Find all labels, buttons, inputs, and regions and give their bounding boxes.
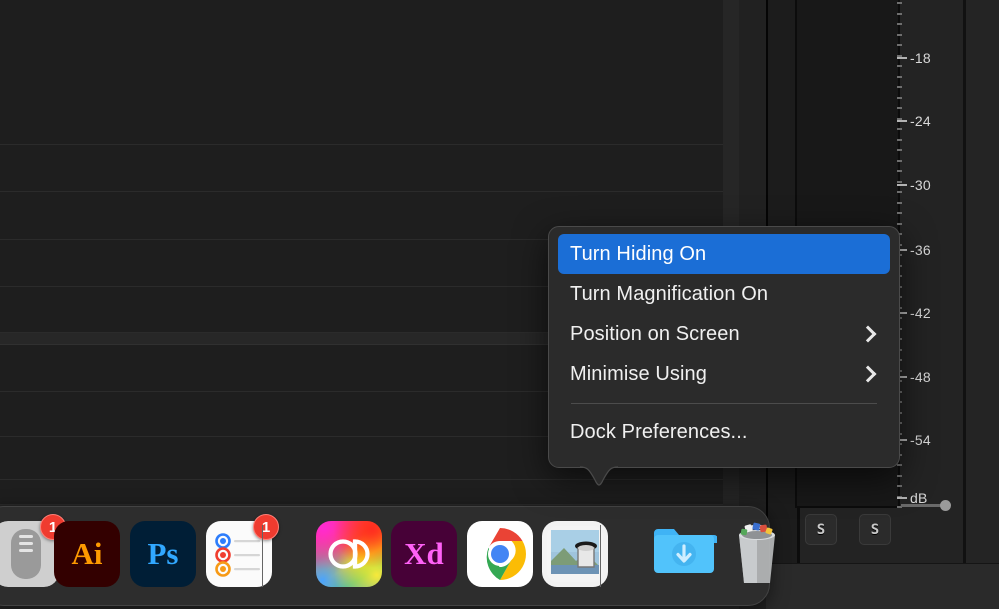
meter-fader-knob[interactable] [940,500,951,511]
context-menu-tail [580,466,618,489]
db-tick-major [897,497,907,499]
dock-badge: 1 [253,514,279,540]
solo-button-right[interactable]: S [859,514,891,545]
dock-context-menu[interactable]: Turn Hiding On Turn Magnification On Posit… [548,226,900,468]
meter-fader-track [901,504,941,507]
db-scale-label: -42 [910,305,931,321]
dock-separator [600,525,601,587]
dock-item-adobe-xd[interactable]: Xd [391,521,457,587]
downloads-folder-icon [651,521,717,587]
db-tick-minor [897,13,902,15]
dock-item-chrome[interactable] [467,521,533,587]
db-tick-minor [897,475,902,477]
dock-item-creative-cloud[interactable] [316,521,382,587]
menu-item-turn-hiding-on[interactable]: Turn Hiding On [558,234,890,274]
chevron-right-icon [860,366,877,383]
db-tick-minor [897,128,902,130]
db-tick-minor [897,65,902,67]
menu-item-label: Turn Hiding On [570,243,878,266]
db-tick-minor [897,223,902,225]
db-tick-minor [897,76,902,78]
dock-separator [262,525,263,587]
mixer-bottom-strip [766,563,999,609]
db-tick-minor [897,139,902,141]
db-tick-minor [897,212,902,214]
db-tick-major [897,120,907,122]
db-tick-minor [897,170,902,172]
db-tick-major [897,57,907,59]
db-tick-minor [897,23,902,25]
creative-cloud-icon [316,521,382,587]
db-scale-label: -54 [910,432,931,448]
db-tick-minor [897,44,902,46]
adobe-illustrator-icon: Ai [54,521,120,587]
db-scale-label: -30 [910,177,931,193]
menu-item-label: Minimise Using [570,363,862,386]
db-tick-minor [897,86,902,88]
menu-item-dock-preferences[interactable]: Dock Preferences... [558,412,890,452]
db-tick-minor [897,202,902,204]
db-tick-minor [897,181,902,183]
menu-item-turn-magnification-on[interactable]: Turn Magnification On [558,274,890,314]
db-tick-minor [897,2,902,4]
menu-item-minimise-using[interactable]: Minimise Using [558,354,890,394]
solo-button-left[interactable]: S [805,514,837,545]
mixer-panel-right [966,0,999,563]
dock-item-partial-app-icon[interactable]: 1 [0,521,59,587]
db-tick-minor [897,485,902,487]
db-tick-minor [897,160,902,162]
dock-item-preview[interactable] [542,521,608,587]
db-tick-minor [897,34,902,36]
db-scale-label: -36 [910,242,931,258]
dock-item-downloads[interactable] [651,521,717,587]
db-tick-minor [897,107,902,109]
dock[interactable]: 1AiPs1Xd [0,506,770,606]
db-scale-ruler: -18-24-30-36-42-48-54dB [897,0,955,508]
db-scale-label: -18 [910,50,931,66]
adobe-xd-icon: Xd [391,521,457,587]
menu-item-label: Position on Screen [570,323,862,346]
preview-icon [542,521,608,587]
solo-button-label: S [871,522,879,538]
db-scale-label: -24 [910,113,931,129]
screen-root: -18-24-30-36-42-48-54dB S S 1AiPs1Xd Tur… [0,0,999,609]
menu-item-position-on-screen[interactable]: Position on Screen [558,314,890,354]
db-tick-minor [897,191,902,193]
menu-item-label: Dock Preferences... [570,421,878,444]
trash-full-icon [727,521,793,587]
db-tick-major [897,184,907,186]
chevron-right-icon [860,326,877,343]
dock-item-illustrator[interactable]: Ai [54,521,120,587]
google-chrome-icon [467,521,533,587]
db-tick-minor [897,149,902,151]
db-tick-minor [897,97,902,99]
db-scale-label: -48 [910,369,931,385]
dock-item-photoshop[interactable]: Ps [130,521,196,587]
menu-item-label: Turn Magnification On [570,283,878,306]
adobe-photoshop-icon: Ps [130,521,196,587]
db-tick-minor [897,464,902,466]
solo-button-label: S [817,522,825,538]
dock-item-trash[interactable] [727,521,793,587]
menu-separator [571,403,877,404]
